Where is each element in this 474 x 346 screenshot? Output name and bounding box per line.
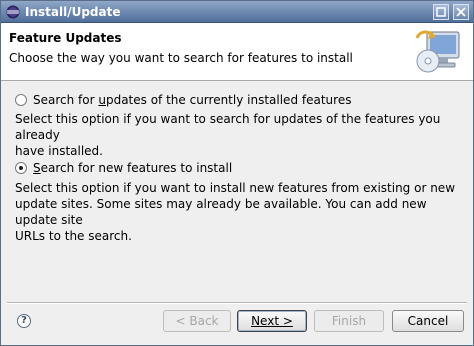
eclipse-icon	[6, 5, 20, 19]
cancel-button[interactable]: Cancel	[392, 310, 464, 332]
maximize-button[interactable]	[433, 4, 449, 20]
back-button[interactable]: < Back	[163, 310, 231, 332]
option-search-new-label[interactable]: Search for new features to install	[33, 160, 232, 176]
option-search-new-description: Select this option if you want to instal…	[15, 180, 455, 244]
option-label-before: Search for	[33, 93, 99, 107]
maximize-icon	[436, 7, 446, 17]
computer-update-icon	[415, 30, 460, 73]
description-line: update sites. Some sites may already be …	[15, 197, 427, 227]
radio-search-new[interactable]	[15, 162, 27, 174]
option-search-updates-label[interactable]: Search for updates of the currently inst…	[33, 92, 351, 108]
close-icon	[456, 7, 466, 17]
help-icon[interactable]: ?	[17, 314, 31, 328]
page-description: Choose the way you want to search for fe…	[9, 51, 353, 65]
description-line: URLs to the search.	[15, 229, 132, 243]
next-button[interactable]: Next >	[237, 310, 307, 332]
radio-search-updates[interactable]	[15, 94, 27, 106]
option-label-mnemonic: u	[98, 93, 106, 107]
header-banner: Feature Updates Choose the way you want …	[1, 23, 473, 81]
next-button-label: Next >	[251, 314, 293, 328]
option-label-after: pdates of the currently installed featur…	[105, 93, 352, 107]
page-title: Feature Updates	[9, 31, 122, 45]
description-line: have installed.	[15, 144, 103, 158]
wizard-content: Search for updates of the currently inst…	[1, 82, 473, 302]
description-line: Select this option if you want to instal…	[15, 181, 456, 195]
option-search-updates[interactable]: Search for updates of the currently inst…	[15, 92, 455, 108]
option-search-updates-description: Select this option if you want to search…	[15, 111, 455, 159]
finish-button[interactable]: Finish	[314, 310, 384, 332]
option-search-new[interactable]: Search for new features to install	[15, 160, 455, 176]
close-button[interactable]	[453, 4, 469, 20]
install-update-dialog: Install/Update Feature Updates Choose th…	[0, 0, 474, 346]
option-label-mnemonic: S	[33, 161, 41, 175]
window-title: Install/Update	[25, 5, 121, 19]
option-label-after: earch for new features to install	[40, 161, 233, 175]
title-bar[interactable]: Install/Update	[1, 1, 473, 23]
button-bar-separator	[7, 302, 467, 304]
description-line: Select this option if you want to search…	[15, 112, 441, 142]
